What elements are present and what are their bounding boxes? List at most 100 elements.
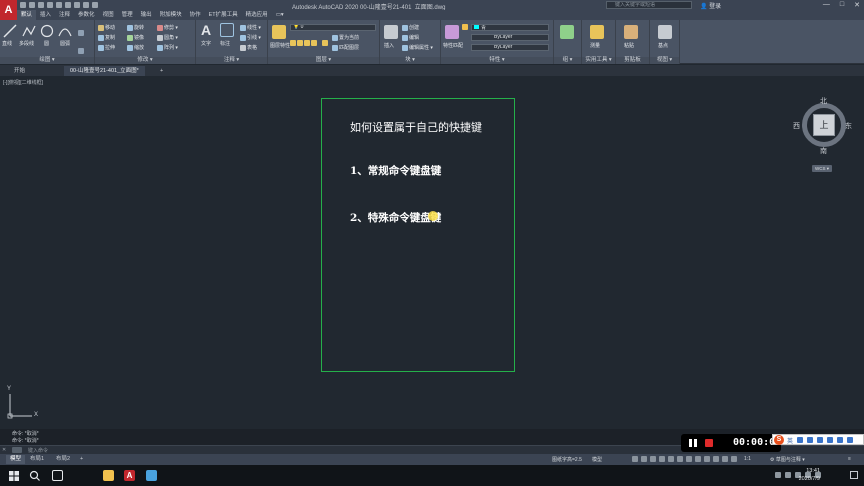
- snap-icon[interactable]: [641, 456, 647, 462]
- polyline-button[interactable]: 多段线: [19, 40, 34, 47]
- layout-tab-1[interactable]: 布局1: [26, 455, 48, 464]
- open-file-icon[interactable]: [29, 2, 35, 8]
- tab-collaborate[interactable]: 协作: [186, 10, 205, 20]
- stretch-button[interactable]: 拉伸: [98, 44, 115, 51]
- group-icon[interactable]: [560, 25, 574, 39]
- search-icon[interactable]: [29, 470, 40, 481]
- compass-west[interactable]: 西: [793, 121, 800, 131]
- sogou-logo-icon[interactable]: S: [774, 435, 784, 445]
- base-point-button[interactable]: 基点: [658, 42, 668, 49]
- command-close-icon[interactable]: ✕: [2, 447, 6, 453]
- add-layout-button[interactable]: +: [76, 455, 87, 464]
- annotation-scale-status[interactable]: 图纸字高=2.5: [552, 456, 582, 463]
- command-customize-icon[interactable]: [12, 447, 22, 453]
- edit-block-button[interactable]: 编辑: [402, 34, 419, 41]
- layer-freeze-icon[interactable]: [304, 39, 310, 46]
- copy-button[interactable]: 复制: [98, 34, 115, 41]
- polar-icon[interactable]: [659, 456, 665, 462]
- tray-icon[interactable]: [785, 472, 791, 478]
- insert-button[interactable]: 插入: [384, 42, 394, 49]
- rectangle-icon[interactable]: [78, 29, 84, 36]
- annotation-visibility-icon[interactable]: [713, 456, 719, 462]
- layer-isolate-icon[interactable]: [297, 39, 303, 46]
- panel-groups-title[interactable]: 组 ▾: [554, 57, 581, 64]
- ime-toolbox-icon[interactable]: [837, 437, 843, 443]
- panel-clipboard-title[interactable]: 剪贴板: [616, 57, 649, 64]
- tray-icon[interactable]: [775, 472, 781, 478]
- ime-skin-icon[interactable]: [827, 437, 833, 443]
- save-icon[interactable]: [38, 2, 44, 8]
- viewcube[interactable]: 上 北 南 东 西: [793, 96, 852, 156]
- lineweight-dropdown[interactable]: ByLayer: [471, 44, 549, 51]
- share-icon[interactable]: [92, 2, 98, 8]
- drawing-viewport[interactable]: [-][俯视][二维线框] 如何设置属于自己的快捷键 1、常规命令键盘键 2、特…: [0, 76, 864, 429]
- autocad-taskbar-icon[interactable]: A: [124, 470, 135, 481]
- tab-default[interactable]: 默认: [17, 10, 37, 20]
- edit-attributes-button[interactable]: 编辑属性 ▾: [402, 44, 433, 51]
- stop-icon[interactable]: [705, 439, 713, 447]
- table-button[interactable]: 表格: [240, 44, 257, 51]
- drawing-title[interactable]: 如何设置属于自己的快捷键: [350, 119, 482, 135]
- ortho-icon[interactable]: [650, 456, 656, 462]
- grid-icon[interactable]: [632, 456, 638, 462]
- tab-toggle[interactable]: ▭▾: [272, 10, 288, 20]
- taskbar-clock[interactable]: 13:41 2020/7/9: [799, 467, 820, 483]
- tab-annotate[interactable]: 注释: [55, 10, 74, 20]
- lineweight-icon[interactable]: [686, 456, 692, 462]
- panel-annotation-title[interactable]: 注释 ▾: [196, 57, 267, 64]
- circle-button[interactable]: 圆: [44, 40, 49, 47]
- web-mobile-icon[interactable]: [56, 2, 62, 8]
- tab-view[interactable]: 视图: [99, 10, 118, 20]
- ime-keyboard-icon[interactable]: [817, 437, 823, 443]
- drawing-item-1[interactable]: 1、常规命令键盘键: [350, 163, 441, 178]
- customize-menu-icon[interactable]: ≡: [848, 456, 851, 462]
- panel-modify-title[interactable]: 修改 ▾: [95, 57, 195, 64]
- layer-dropdown[interactable]: 💡 0: [290, 24, 376, 31]
- tab-express-tools[interactable]: ET扩展工具: [205, 10, 242, 20]
- set-current-button[interactable]: 置为当前: [332, 34, 359, 41]
- ime-punctuation-icon[interactable]: [797, 437, 803, 443]
- search-input[interactable]: 键入关键字或短语: [606, 1, 692, 9]
- pause-icon[interactable]: [689, 439, 697, 447]
- otrack-icon[interactable]: [677, 456, 683, 462]
- minimize-button[interactable]: —: [823, 1, 830, 9]
- panel-block-title[interactable]: 块 ▾: [380, 57, 440, 64]
- leader-button[interactable]: 引线 ▾: [240, 34, 261, 41]
- model-space-button[interactable]: 模型: [592, 456, 602, 463]
- compass-north[interactable]: 北: [820, 96, 827, 106]
- layout-tab-model[interactable]: 模型: [6, 455, 26, 464]
- linetype-dropdown[interactable]: ByLayer: [471, 34, 549, 41]
- compass-south[interactable]: 南: [820, 146, 827, 156]
- panel-draw-title[interactable]: 绘图 ▾: [0, 57, 94, 64]
- workspace-switch[interactable]: ⚙ 草图与注释 ▾: [770, 456, 805, 463]
- autocad-logo-icon[interactable]: A: [0, 0, 17, 20]
- task-view-icon[interactable]: [52, 470, 63, 481]
- match-layer-button[interactable]: 匹配图层: [332, 44, 359, 51]
- panel-utilities-title[interactable]: 实用工具 ▾: [582, 57, 615, 64]
- close-button[interactable]: ✕: [854, 1, 860, 9]
- tab-output[interactable]: 输出: [137, 10, 156, 20]
- linear-button[interactable]: 线性 ▾: [240, 24, 261, 31]
- file-explorer-icon[interactable]: [103, 470, 114, 481]
- login-button[interactable]: 👤 登录: [700, 1, 721, 10]
- maximize-button[interactable]: □: [840, 1, 844, 9]
- annotation-monitor-icon[interactable]: [731, 456, 737, 462]
- move-button[interactable]: 移动: [98, 24, 115, 31]
- color-dropdown[interactable]: 青: [471, 24, 549, 31]
- create-block-button[interactable]: 创建: [402, 24, 419, 31]
- panel-view-title[interactable]: 视图 ▾: [650, 57, 679, 64]
- command-input[interactable]: 键入命令: [28, 447, 48, 454]
- dimension-button[interactable]: 标注: [220, 40, 230, 47]
- drawing-frame[interactable]: 如何设置属于自己的快捷键 1、常规命令键盘键 2、特殊命令键盘键: [321, 98, 515, 372]
- rotate-button[interactable]: 旋转: [127, 24, 144, 31]
- compass-east[interactable]: 东: [845, 121, 852, 131]
- new-tab-button[interactable]: +: [154, 66, 169, 76]
- arc-button[interactable]: 圆弧: [60, 40, 70, 47]
- tab-insert[interactable]: 插入: [36, 10, 55, 20]
- new-file-icon[interactable]: [20, 2, 26, 8]
- layout-tab-2[interactable]: 布局2: [52, 455, 74, 464]
- tab-addins[interactable]: 附加模块: [156, 10, 186, 20]
- app-taskbar-icon[interactable]: [146, 470, 157, 481]
- match-properties-button[interactable]: 特性匹配: [443, 42, 463, 49]
- scale-button[interactable]: 缩放: [127, 44, 144, 51]
